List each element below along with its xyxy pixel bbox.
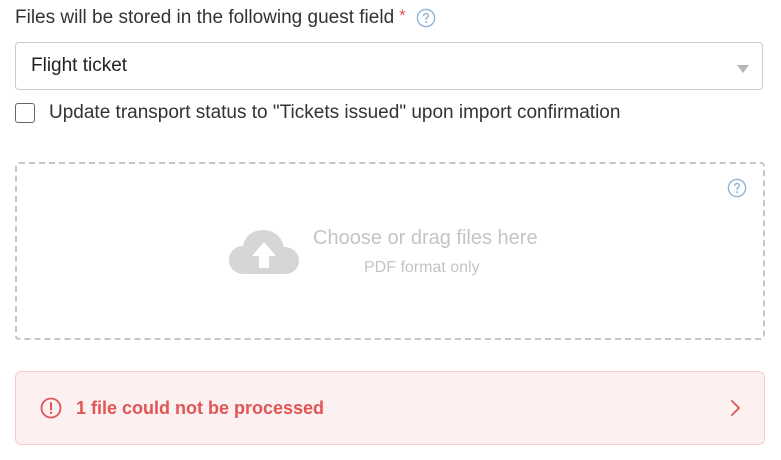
guest-field-label-row: Files will be stored in the following gu… bbox=[15, 6, 436, 29]
guest-field-label: Files will be stored in the following gu… bbox=[15, 7, 395, 28]
error-message: 1 file could not be processed bbox=[76, 398, 325, 418]
select-value: Flight ticket bbox=[31, 55, 128, 76]
caret-down-icon bbox=[737, 65, 749, 73]
error-banner[interactable]: 1 file could not be processed bbox=[15, 371, 765, 445]
update-status-label: Update transport status to "Tickets issu… bbox=[49, 102, 621, 123]
update-status-checkbox-row[interactable]: Update transport status to "Tickets issu… bbox=[15, 102, 620, 124]
question-circle-icon[interactable] bbox=[727, 178, 747, 198]
cloud-upload-icon bbox=[229, 230, 299, 274]
dropzone-title: Choose or drag files here bbox=[313, 227, 538, 249]
file-dropzone[interactable]: Choose or drag files here PDF format onl… bbox=[15, 162, 765, 340]
question-circle-icon[interactable] bbox=[416, 8, 436, 28]
dropzone-subtitle: PDF format only bbox=[364, 259, 480, 276]
update-status-checkbox[interactable] bbox=[15, 103, 35, 123]
exclamation-circle-icon bbox=[40, 397, 62, 419]
required-asterisk: * bbox=[399, 6, 406, 25]
chevron-right-icon[interactable] bbox=[730, 399, 742, 417]
guest-field-select[interactable]: Flight ticket bbox=[15, 42, 763, 90]
